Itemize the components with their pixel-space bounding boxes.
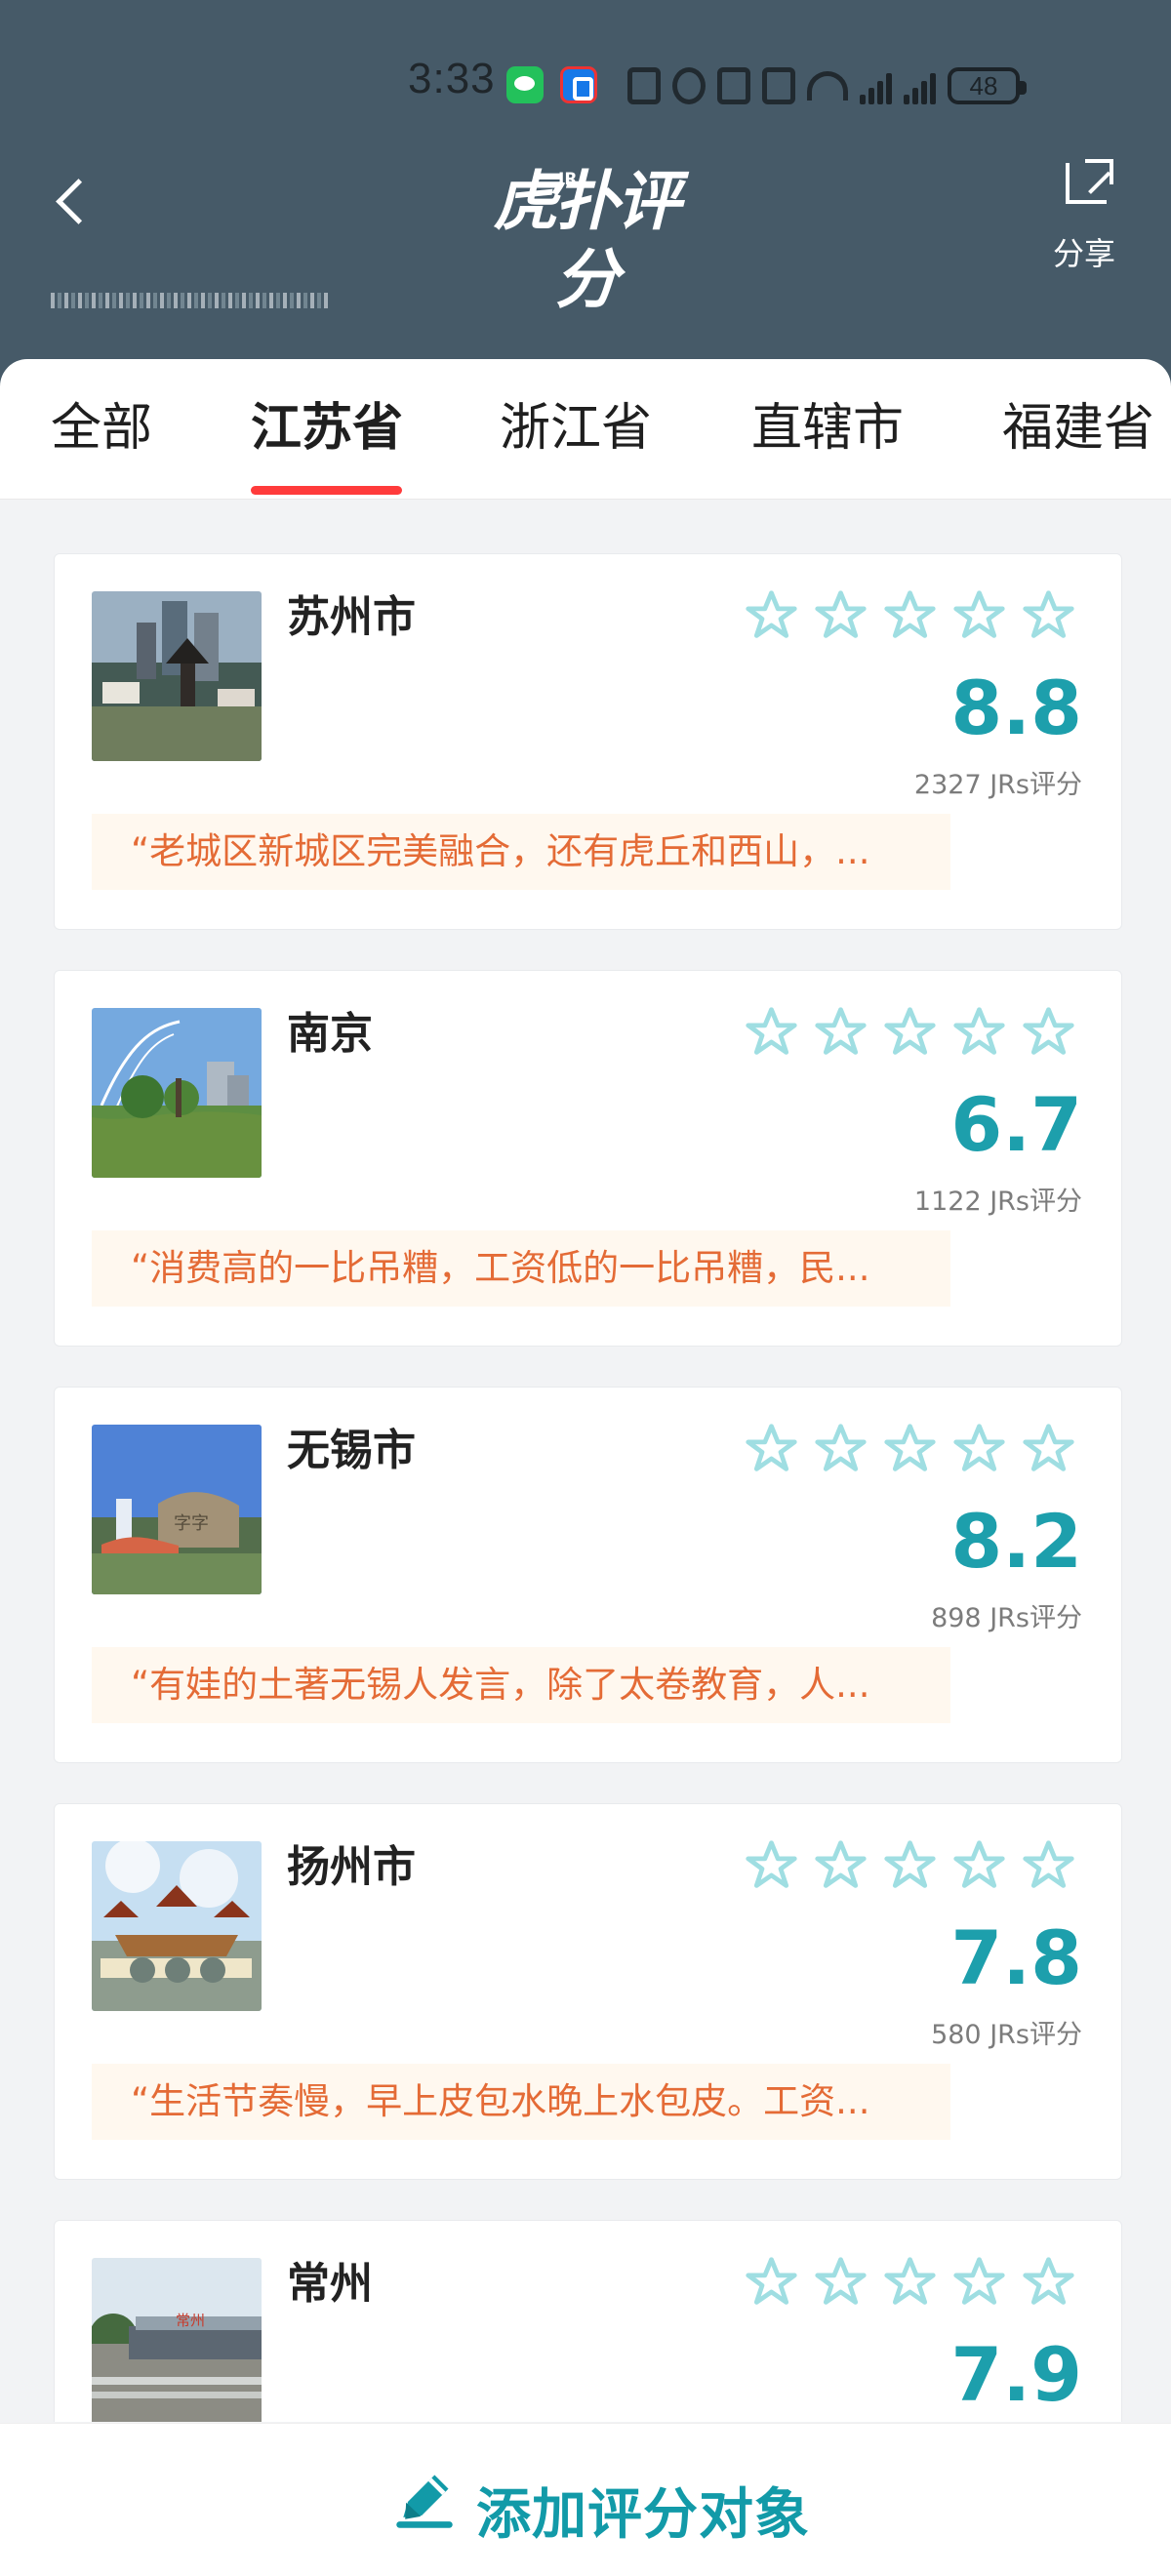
- rating-stars[interactable]: [744, 1421, 1076, 1476]
- system-status-icons: 48: [627, 64, 1027, 107]
- star-icon[interactable]: [813, 1421, 868, 1476]
- 5g-signal-icon: [904, 67, 936, 104]
- star-icon[interactable]: [813, 1837, 868, 1893]
- comment-preview: “老城区新城区完美融合，还有虎丘和西山，...: [92, 814, 950, 890]
- star-icon[interactable]: [882, 587, 938, 643]
- rating-card-suzhou[interactable]: 苏州市 8.8 2327 JRs评分 “老城区新城区完美融合，还有虎丘和西山，.…: [54, 553, 1122, 930]
- active-tab-underline: [251, 486, 402, 495]
- vibrate-icon: [717, 67, 750, 104]
- star-icon[interactable]: [882, 2254, 938, 2310]
- suzhou-thumbnail: [92, 591, 262, 761]
- share-button[interactable]: 分享: [1040, 156, 1128, 272]
- province-tabs: 全部 江苏省 浙江省 直辖市 福建省: [0, 359, 1171, 500]
- star-icon[interactable]: [882, 1837, 938, 1893]
- rating-count: 1122 JRs评分: [913, 1187, 1082, 1217]
- tab-fujian[interactable]: 福建省: [1002, 394, 1154, 463]
- pencil-icon: [396, 2475, 453, 2528]
- wifi-icon: [807, 71, 848, 101]
- star-icon[interactable]: [951, 1837, 1007, 1893]
- star-icon[interactable]: [882, 1421, 938, 1476]
- tab-municipalities[interactable]: 直辖市: [751, 394, 904, 463]
- star-icon[interactable]: [744, 2254, 799, 2310]
- rating-count: 2327 JRs评分: [913, 770, 1082, 800]
- star-icon[interactable]: [951, 1004, 1007, 1060]
- star-icon[interactable]: [744, 1421, 799, 1476]
- star-icon[interactable]: [813, 1004, 868, 1060]
- header: 3:33 48 虎扑评分 分享 JR: [0, 0, 1171, 410]
- battery-level: 48: [969, 71, 998, 101]
- share-label: 分享: [1052, 235, 1115, 272]
- changzhou-thumbnail: 常州: [92, 2258, 262, 2422]
- wechat-icon: [506, 66, 544, 103]
- comment-preview: “生活节奏慢，早上皮包水晚上水包皮。工资...: [92, 2064, 950, 2140]
- rating-list: 苏州市 8.8 2327 JRs评分 “老城区新城区完美融合，还有虎丘和西山，.…: [0, 500, 1171, 2422]
- comment-preview: “消费高的一比吊糟，工资低的一比吊糟，民...: [92, 1230, 950, 1307]
- star-icon[interactable]: [744, 587, 799, 643]
- rating-card-yangzhou[interactable]: 扬州市 7.8 580 JRs评分 “生活节奏慢，早上皮包水晚上水包皮。工资..…: [54, 1803, 1122, 2180]
- star-icon[interactable]: [1021, 1421, 1076, 1476]
- star-icon[interactable]: [813, 587, 868, 643]
- logo-mark: JR: [558, 170, 578, 189]
- rating-stars[interactable]: [744, 1837, 1076, 1893]
- city-name: 南京: [287, 1009, 373, 1059]
- star-icon[interactable]: [882, 1004, 938, 1060]
- tab-all[interactable]: 全部: [51, 394, 152, 463]
- share-icon: [1066, 159, 1113, 204]
- score: 7.9: [950, 2331, 1082, 2418]
- star-icon[interactable]: [813, 2254, 868, 2310]
- battery-icon: 48: [948, 67, 1027, 104]
- star-icon[interactable]: [1021, 1837, 1076, 1893]
- nfc-icon: [627, 67, 661, 104]
- rating-page: 3:33 48 虎扑评分 分享 JR 全部 江苏省 浙江省 直辖市 福建省 苏州…: [0, 0, 1171, 2576]
- rating-card-wuxi[interactable]: 字字 无锡市 8.2 898 JRs评分 “有娃的土著无锡人发言，除了太卷教育，…: [54, 1387, 1122, 1763]
- score: 8.2: [950, 1498, 1082, 1585]
- svg-text:字字: 字字: [174, 1513, 209, 1534]
- mute-icon: [762, 67, 795, 104]
- score: 8.8: [950, 664, 1082, 751]
- star-icon[interactable]: [951, 1421, 1007, 1476]
- alarm-icon: [672, 67, 706, 104]
- rating-stars[interactable]: [744, 1004, 1076, 1060]
- tab-jiangsu[interactable]: 江苏省: [251, 394, 403, 463]
- wuxi-thumbnail: 字字: [92, 1425, 262, 1594]
- yangzhou-thumbnail: [92, 1841, 262, 2011]
- star-icon[interactable]: [951, 587, 1007, 643]
- star-icon[interactable]: [744, 1837, 799, 1893]
- svg-text:常州: 常州: [176, 2312, 205, 2329]
- nanjing-thumbnail: [92, 1008, 262, 1178]
- rating-count: 580 JRs评分: [931, 2020, 1082, 2050]
- status-time: 3:33: [408, 55, 496, 102]
- city-name: 苏州市: [287, 592, 416, 642]
- back-button[interactable]: [41, 168, 101, 236]
- city-name: 常州: [287, 2259, 373, 2309]
- top-navigation: 虎扑评分 分享: [0, 141, 1171, 317]
- 4g-signal-icon: [860, 67, 892, 104]
- city-name: 扬州市: [287, 1842, 416, 1892]
- add-rating-target-label: 添加评分对象: [476, 2483, 810, 2547]
- app-notification-icon: [560, 66, 597, 103]
- page-title: 虎扑评分: [493, 164, 681, 317]
- tab-zhejiang[interactable]: 浙江省: [500, 394, 652, 463]
- rating-stars[interactable]: [744, 2254, 1076, 2310]
- city-name: 无锡市: [287, 1426, 416, 1475]
- star-icon[interactable]: [744, 1004, 799, 1060]
- star-icon[interactable]: [951, 2254, 1007, 2310]
- rating-card-nanjing[interactable]: 南京 6.7 1122 JRs评分 “消费高的一比吊糟，工资低的一比吊糟，民..…: [54, 970, 1122, 1347]
- star-icon[interactable]: [1021, 2254, 1076, 2310]
- star-icon[interactable]: [1021, 587, 1076, 643]
- rating-card-changzhou[interactable]: 常州 常州 7.9: [54, 2220, 1122, 2422]
- status-bar: 3:33 48: [0, 0, 1171, 146]
- score: 6.7: [950, 1081, 1082, 1168]
- star-icon[interactable]: [1021, 1004, 1076, 1060]
- redacted-header-text: [51, 293, 328, 308]
- score: 7.8: [950, 1914, 1082, 2001]
- rating-stars[interactable]: [744, 587, 1076, 643]
- comment-preview: “有娃的土著无锡人发言，除了太卷教育，人...: [92, 1647, 950, 1723]
- add-rating-target-button[interactable]: 添加评分对象: [0, 2423, 1171, 2576]
- rating-count: 898 JRs评分: [931, 1603, 1082, 1633]
